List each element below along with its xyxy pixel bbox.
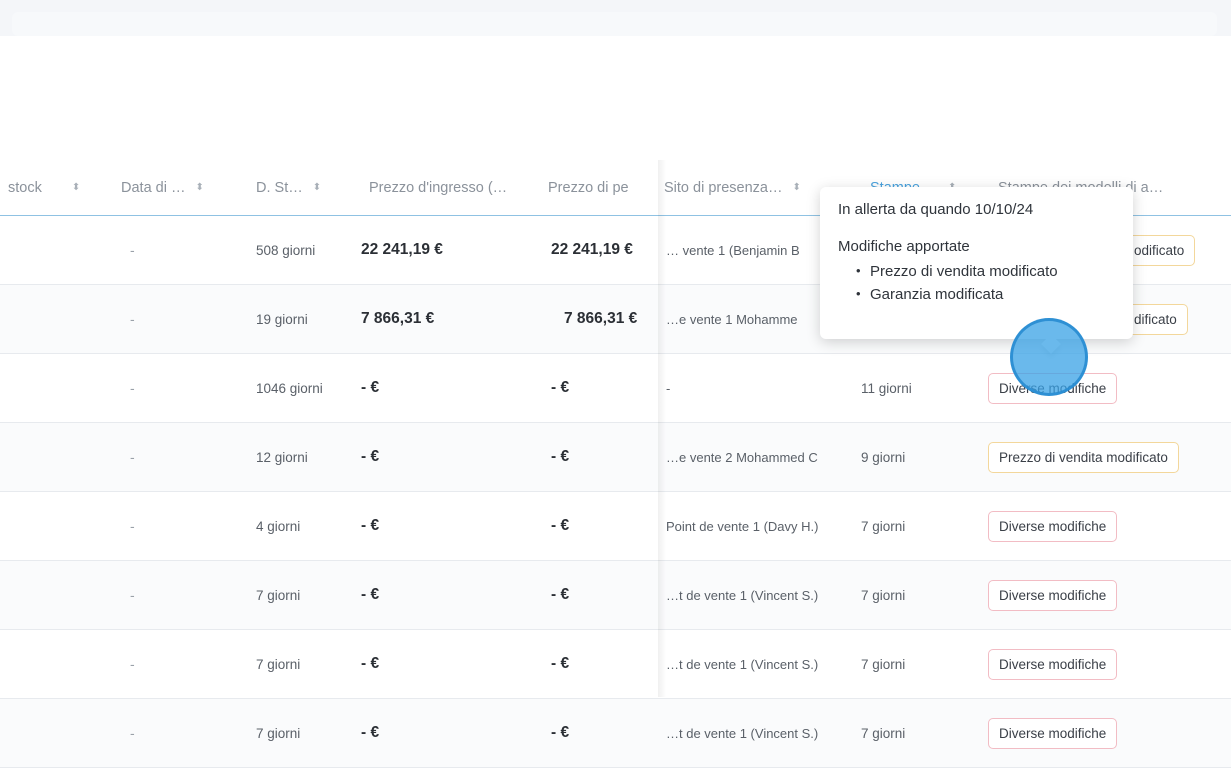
stampe-cell: 7 giorni [861,587,906,603]
change-badge-cell: Diverse modifiche [988,561,1118,629]
date-cell: - [130,725,135,741]
tooltip-change-item: Garanzia modificata [856,286,1115,303]
days-cell: 4 giorni [256,518,301,534]
sale-price-cell: - € [551,379,570,396]
column-header-label: D. St… [256,180,303,196]
change-badge[interactable]: Diverse modifiche [988,717,1118,749]
sort-icon[interactable]: ⬍ [195,183,203,193]
change-badge[interactable]: Diverse modifiche [988,510,1118,542]
entry-price-cell: 7 866,31 € [361,310,435,327]
days-cell: 7 giorni [256,725,301,741]
change-badge-cell: Prezzo di vendita modificato [988,423,1179,491]
table-row[interactable]: - 4 giorni - € - € Point de vente 1 (Dav… [0,492,1231,561]
column-header-stock[interactable]: stock ⬍ [8,160,80,216]
tooltip-change-item: Prezzo di vendita modificato [856,263,1115,280]
entry-price-cell: 22 241,19 € [361,241,443,258]
column-header-site[interactable]: Sito di presenza… ⬍ [664,160,801,216]
stampe-cell: 7 giorni [861,518,906,534]
top-bar [12,12,1217,36]
sale-price-cell: - € [551,448,570,465]
date-cell: - [130,587,135,603]
entry-price-cell: - € [361,517,380,534]
stampe-cell: 11 giorni [861,380,912,396]
entry-price-cell: - € [361,379,380,396]
sticky-column-shadow [658,160,666,697]
sale-price-cell: - € [551,724,570,741]
date-cell: - [130,380,135,396]
sale-price-cell: - € [551,517,570,534]
table-row[interactable]: - 7 giorni - € - € …t de vente 1 (Vincen… [0,699,1231,768]
change-badge[interactable]: Diverse modifiche [988,648,1118,680]
stampe-cell: 7 giorni [861,725,906,741]
tooltip-alert-since: In allerta da quando 10/10/24 [838,201,1034,218]
sort-icon[interactable]: ⬍ [313,183,321,193]
days-cell: 508 giorni [256,242,316,258]
table-row[interactable]: - 12 giorni - € - € …e vente 2 Mohammed … [0,423,1231,492]
change-badge-cell: Diverse modifiche [988,492,1118,560]
column-header-label: Sito di presenza… [664,180,783,196]
date-cell: - [130,518,135,534]
column-header-label: stock [8,180,42,196]
tooltip-changes-list: Prezzo di vendita modificato Garanzia mo… [838,263,1115,303]
sale-price-cell: 7 866,31 € [564,310,638,327]
date-cell: - [130,656,135,672]
date-cell: - [130,449,135,465]
entry-price-cell: - € [361,655,380,672]
site-cell: …e vente 2 Mohammed C [666,449,818,465]
days-cell: 1046 giorni [256,380,323,396]
changes-tooltip: In allerta da quando 10/10/24 Modifiche … [820,187,1133,354]
column-header-date[interactable]: Data di … ⬍ [121,160,204,216]
sort-icon[interactable]: ⬍ [792,183,800,193]
sale-price-cell: - € [551,586,570,603]
days-cell: 7 giorni [256,587,301,603]
site-cell: …t de vente 1 (Vincent S.) [666,656,819,672]
table-row[interactable]: - 7 giorni - € - € …t de vente 1 (Vincen… [0,561,1231,630]
change-badge[interactable]: Diverse modifiche [988,579,1118,611]
sale-price-cell: 22 241,19 € [551,241,633,258]
entry-price-cell: - € [361,448,380,465]
stampe-cell: 9 giorni [861,449,906,465]
change-badge[interactable]: Prezzo di vendita modificato [988,441,1179,473]
site-cell: …t de vente 1 (Vincent S.) [666,725,819,741]
tooltip-changes-title: Modifiche apportate [838,238,970,255]
days-cell: 19 giorni [256,311,308,327]
site-cell: …t de vente 1 (Vincent S.) [666,587,819,603]
change-badge-cell: Diverse modifiche [988,630,1118,698]
site-cell: … vente 1 (Benjamin B [666,242,800,258]
entry-price-cell: - € [361,724,380,741]
cursor-highlight [1010,318,1088,396]
sale-price-cell: - € [551,655,570,672]
site-cell: Point de vente 1 (Davy H.) [666,518,819,534]
days-cell: 12 giorni [256,449,308,465]
column-header-sale-price[interactable]: Prezzo di pe [548,160,629,216]
days-cell: 7 giorni [256,656,301,672]
date-cell: - [130,242,135,258]
change-badge-cell: Diverse modifiche [988,699,1118,767]
column-header-label: Data di … [121,180,186,196]
stampe-cell: 7 giorni [861,656,906,672]
column-header-label: Prezzo d'ingresso (… [369,180,508,196]
table-row[interactable]: - 7 giorni - € - € …t de vente 1 (Vincen… [0,630,1231,699]
sort-icon[interactable]: ⬍ [72,183,80,193]
column-header-days-in-stock[interactable]: D. St… ⬍ [256,160,321,216]
column-header-label: Prezzo di pe [548,180,629,196]
site-cell: - [666,380,671,396]
site-cell: …e vente 1 Mohamme [666,311,798,327]
date-cell: - [130,311,135,327]
column-header-entry-price[interactable]: Prezzo d'ingresso (… [369,160,507,216]
entry-price-cell: - € [361,586,380,603]
